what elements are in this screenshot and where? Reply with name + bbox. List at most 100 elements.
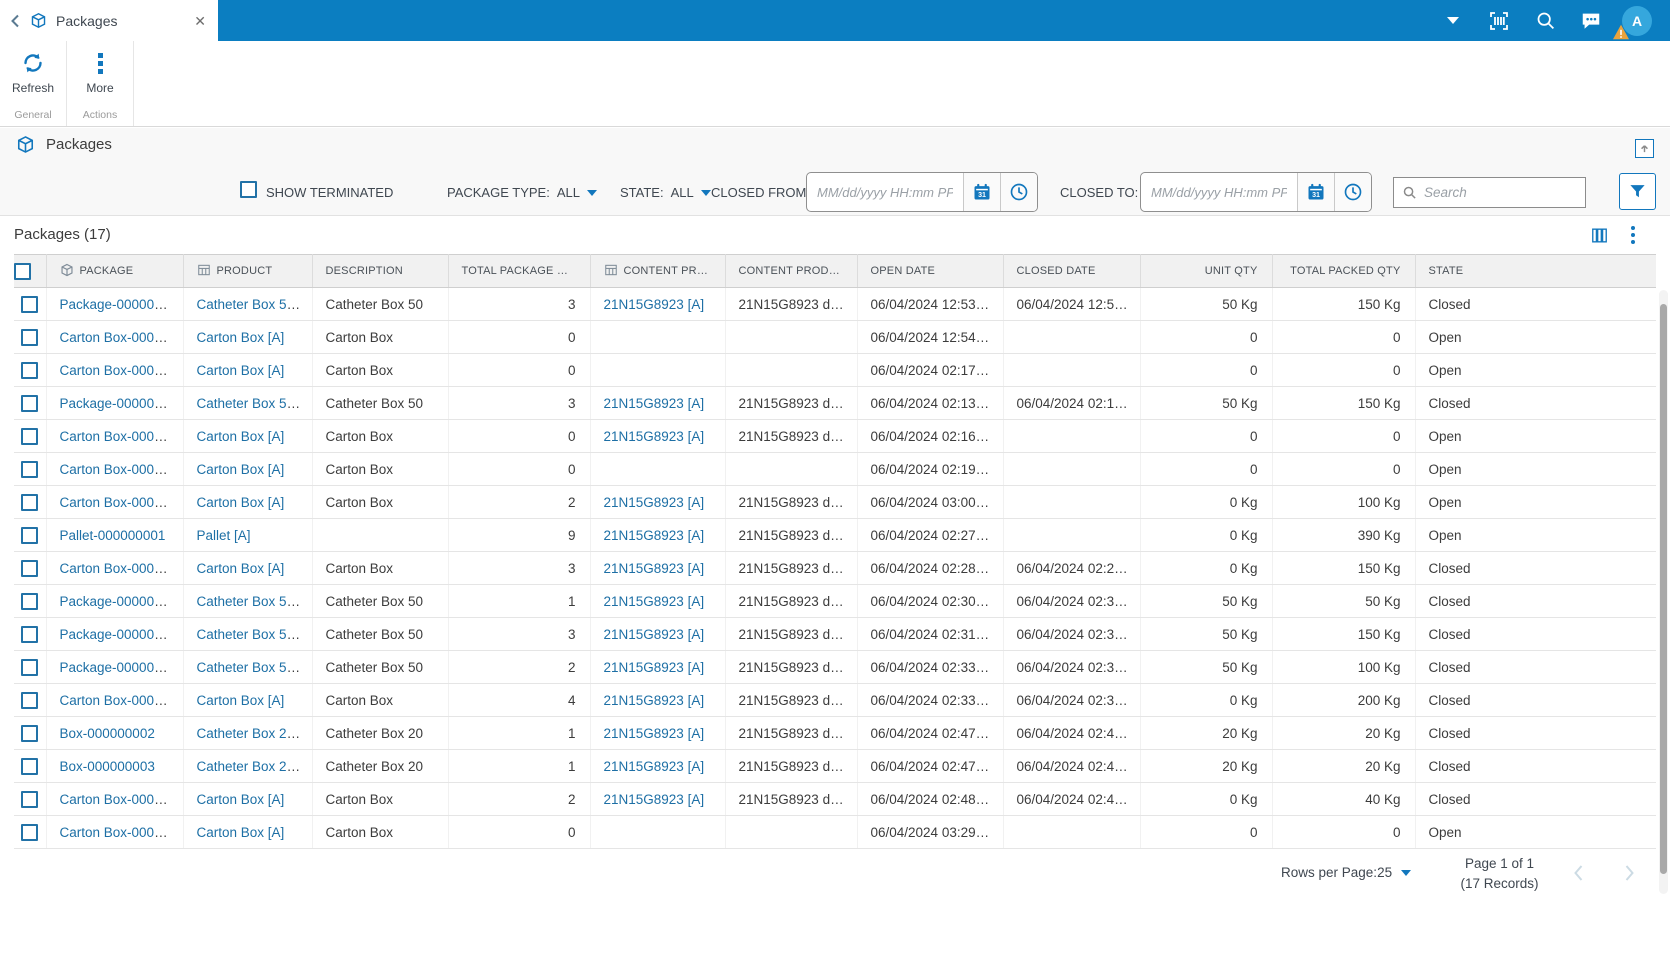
clock-icon[interactable] [1334, 173, 1371, 211]
content_product-link[interactable]: 21N15G8923 [A] [604, 792, 705, 807]
column-header-open_date[interactable]: OPEN DATE [857, 254, 1004, 288]
table-row[interactable]: Package-000000025 Catheter Box 50 [A] Cath… [14, 617, 1656, 651]
row-checkbox[interactable] [21, 724, 39, 742]
table-row[interactable]: Carton Box-00000000 Carton Box [A] Carton … [14, 419, 1656, 453]
content_product-link[interactable]: 21N15G8923 [A] [604, 396, 705, 411]
package-link[interactable]: Carton Box-00000000 [60, 429, 183, 444]
closed-from-input[interactable] [807, 173, 963, 211]
package-link[interactable]: Box-000000002 [60, 726, 155, 741]
state-dropdown[interactable]: STATE: ALL [620, 185, 711, 200]
package-link[interactable]: Package-000000027 [60, 660, 183, 675]
package-link[interactable]: Carton Box-00000000 [60, 330, 183, 345]
table-row[interactable]: Package-000000001 Catheter Box 50 [A] Cath… [14, 287, 1656, 321]
product-link[interactable]: Catheter Box 50 [A] [197, 660, 312, 675]
package-link[interactable]: Carton Box-00000001 [60, 693, 183, 708]
row-checkbox[interactable] [21, 790, 39, 808]
row-checkbox[interactable] [21, 658, 39, 676]
clock-icon[interactable] [1000, 173, 1037, 211]
row-checkbox[interactable] [21, 328, 39, 346]
package-link[interactable]: Carton Box-00000000 [60, 363, 183, 378]
avatar[interactable]: A [1613, 5, 1652, 39]
rows-per-page-dropdown[interactable]: Rows per Page:25 [1281, 865, 1412, 880]
table-row[interactable]: Package-000000015 Catheter Box 50 [A] Cath… [14, 386, 1656, 420]
next-page-button[interactable] [1616, 860, 1642, 886]
table-row[interactable]: Package-000000027 Catheter Box 50 [A] Cath… [14, 650, 1656, 684]
messages-icon[interactable] [1568, 0, 1614, 41]
select-all-checkbox[interactable] [14, 262, 31, 280]
content_product-link[interactable]: 21N15G8923 [A] [604, 561, 705, 576]
table-row[interactable]: Box-000000002 Catheter Box 20 [A] Catheter… [14, 716, 1656, 750]
product-link[interactable]: Catheter Box 20 [A] [197, 726, 312, 741]
package-link[interactable]: Pallet-000000001 [60, 528, 166, 543]
product-link[interactable]: Carton Box [A] [197, 825, 285, 840]
package-link[interactable]: Package-000000024 [60, 594, 183, 609]
show-terminated-checkbox[interactable] [240, 181, 257, 198]
table-row[interactable]: Carton Box-00000000 Carton Box [A] Carton … [14, 485, 1656, 519]
row-checkbox[interactable] [21, 526, 39, 544]
product-link[interactable]: Carton Box [A] [197, 429, 285, 444]
table-row[interactable]: Carton Box-00000001 Carton Box [A] Carton … [14, 815, 1656, 849]
column-header-content_product[interactable]: CONTENT PRODUCT [590, 254, 726, 288]
calendar-icon[interactable]: 31 [1297, 173, 1334, 211]
previous-page-button[interactable] [1565, 860, 1591, 886]
column-header-total_package_qty[interactable]: TOTAL PACKAGE QTY [448, 254, 591, 288]
table-row[interactable]: Package-000000024 Catheter Box 50 [A] Cath… [14, 584, 1656, 618]
table-row[interactable]: Box-000000003 Catheter Box 20 [A] Catheter… [14, 749, 1656, 783]
barcode-scan-icon[interactable] [1476, 0, 1522, 41]
product-link[interactable]: Catheter Box 50 [A] [197, 297, 312, 312]
table-row[interactable]: Carton Box-00000001 Carton Box [A] Carton … [14, 782, 1656, 816]
row-checkbox[interactable] [21, 361, 39, 379]
table-row[interactable]: Carton Box-00000000 Carton Box [A] Carton … [14, 551, 1656, 585]
filter-button[interactable] [1619, 173, 1656, 210]
tab-packages[interactable]: Packages ✕ [0, 0, 218, 41]
product-link[interactable]: Catheter Box 20 [A] [197, 759, 312, 774]
search-input[interactable] [1424, 185, 1601, 200]
package-link[interactable]: Carton Box-00000001 [60, 792, 183, 807]
row-checkbox[interactable] [21, 460, 39, 478]
row-checkbox[interactable] [21, 394, 39, 412]
table-row[interactable]: Pallet-000000001 Pallet [A] 9 21N15G8923 [A… [14, 518, 1656, 552]
product-link[interactable]: Catheter Box 50 [A] [197, 396, 312, 411]
product-link[interactable]: Carton Box [A] [197, 462, 285, 477]
column-header-unit_qty[interactable]: UNIT QTY [1140, 254, 1273, 288]
row-checkbox[interactable] [21, 295, 39, 313]
user-menu[interactable]: A [1613, 0, 1660, 41]
package-link[interactable]: Package-000000015 [60, 396, 183, 411]
product-link[interactable]: Carton Box [A] [197, 792, 285, 807]
content_product-link[interactable]: 21N15G8923 [A] [604, 693, 705, 708]
content_product-link[interactable]: 21N15G8923 [A] [604, 759, 705, 774]
row-checkbox[interactable] [21, 592, 39, 610]
content_product-link[interactable]: 21N15G8923 [A] [604, 495, 705, 510]
scrollbar-thumb[interactable] [1660, 304, 1667, 874]
column-chooser-button[interactable] [1588, 224, 1610, 246]
row-checkbox[interactable] [21, 691, 39, 709]
column-header-state[interactable]: STATE [1415, 254, 1656, 288]
column-header-content_product_desc[interactable]: CONTENT PRODUCT DE… [725, 254, 858, 288]
product-link[interactable]: Carton Box [A] [197, 330, 285, 345]
back-chevron-icon[interactable] [10, 14, 21, 28]
row-checkbox[interactable] [21, 427, 39, 445]
row-checkbox[interactable] [21, 823, 39, 841]
content_product-link[interactable]: 21N15G8923 [A] [604, 726, 705, 741]
content_product-link[interactable]: 21N15G8923 [A] [604, 660, 705, 675]
chevron-down-icon[interactable] [1430, 0, 1476, 41]
product-link[interactable]: Pallet [A] [197, 528, 251, 543]
product-link[interactable]: Catheter Box 50 [A] [197, 627, 312, 642]
content_product-link[interactable]: 21N15G8923 [A] [604, 594, 705, 609]
search-icon[interactable] [1522, 0, 1568, 41]
column-header-closed_date[interactable]: CLOSED DATE [1003, 254, 1141, 288]
column-header-product[interactable]: PRODUCT [183, 254, 313, 288]
product-link[interactable]: Carton Box [A] [197, 495, 285, 510]
package-link[interactable]: Carton Box-00000001 [60, 825, 183, 840]
content_product-link[interactable]: 21N15G8923 [A] [604, 429, 705, 444]
table-row[interactable]: Carton Box-00000000 Carton Box [A] Carton … [14, 320, 1656, 354]
table-row[interactable]: Carton Box-00000000 Carton Box [A] Carton … [14, 353, 1656, 387]
row-checkbox[interactable] [21, 625, 39, 643]
closed-to-input[interactable] [1141, 173, 1297, 211]
content_product-link[interactable]: 21N15G8923 [A] [604, 297, 705, 312]
package-link[interactable]: Carton Box-00000000 [60, 495, 183, 510]
calendar-icon[interactable]: 31 [963, 173, 1000, 211]
content_product-link[interactable]: 21N15G8923 [A] [604, 528, 705, 543]
product-link[interactable]: Carton Box [A] [197, 561, 285, 576]
column-header-package[interactable]: PACKAGE [46, 254, 184, 288]
